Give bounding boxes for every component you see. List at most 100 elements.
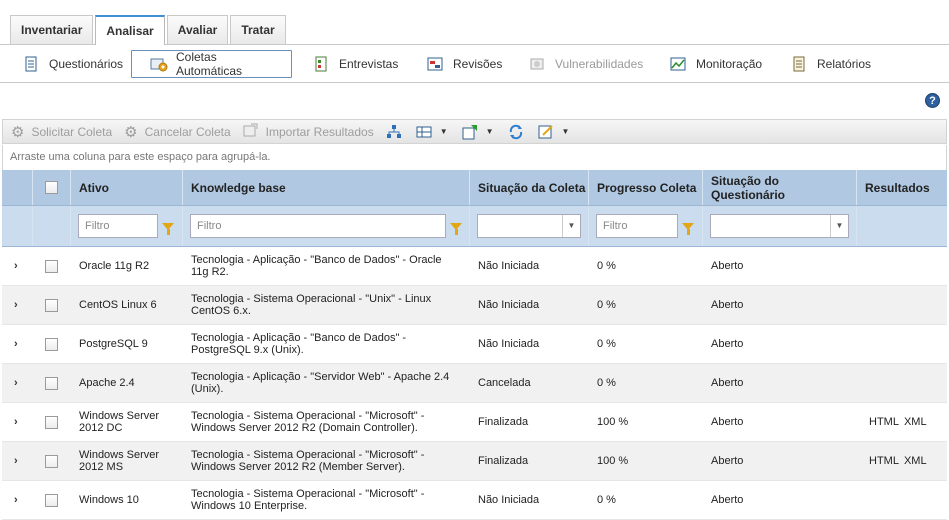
edit-icon[interactable] bbox=[538, 124, 554, 140]
chevron-right-icon[interactable]: › bbox=[14, 338, 18, 350]
row-checkbox[interactable] bbox=[45, 454, 58, 468]
column-header-ativo[interactable]: Ativo bbox=[71, 170, 183, 205]
column-header-knowledge-base[interactable]: Knowledge base bbox=[183, 170, 470, 205]
column-header-situacao-questionario[interactable]: Situação do Questionário bbox=[703, 170, 857, 205]
table-row[interactable]: › Windows Server 2012 MS Tecnologia - Si… bbox=[2, 442, 947, 481]
row-select-cell bbox=[33, 286, 71, 324]
help-icon[interactable]: ? bbox=[925, 93, 940, 108]
column-header-resultados[interactable]: Resultados bbox=[857, 170, 947, 205]
subnav-coletas-automaticas[interactable]: Coletas Automáticas bbox=[131, 50, 292, 78]
column-header-situacao-coleta[interactable]: Situação da Coleta bbox=[470, 170, 589, 205]
chevron-right-icon[interactable]: › bbox=[14, 299, 18, 311]
chevron-right-icon[interactable]: › bbox=[14, 455, 18, 467]
subnav-entrevistas[interactable]: Entrevistas bbox=[307, 50, 404, 78]
cell-knowledge-base: Tecnologia - Sistema Operacional - "Unix… bbox=[191, 293, 432, 317]
filter-select-situacao-questionario[interactable]: ▼ bbox=[710, 214, 849, 238]
row-checkbox[interactable] bbox=[45, 259, 58, 273]
cell-situacao-questionario: Aberto bbox=[711, 416, 744, 428]
expand-row-cell: › bbox=[2, 364, 33, 402]
row-select-cell bbox=[33, 481, 71, 519]
xml-result-link[interactable]: XML bbox=[904, 416, 927, 428]
columns-menu-icon[interactable] bbox=[416, 124, 432, 140]
filter-icon[interactable] bbox=[162, 222, 174, 235]
cell-progresso: 100 % bbox=[597, 455, 629, 467]
subnav-monitoracao[interactable]: Monitoração bbox=[664, 50, 768, 78]
cell-situacao-questionario: Aberto bbox=[711, 299, 744, 311]
table-row[interactable]: › PostgreSQL 9 Tecnologia - Aplicação - … bbox=[2, 325, 947, 364]
html-result-link[interactable]: HTML bbox=[869, 416, 899, 428]
cell-knowledge-base: Tecnologia - Sistema Operacional - "Micr… bbox=[191, 410, 425, 434]
filter-icon[interactable] bbox=[450, 222, 462, 235]
cell-resultados bbox=[857, 247, 947, 285]
expand-row-cell: › bbox=[2, 325, 33, 363]
tab-analisar[interactable]: Analisar bbox=[95, 15, 165, 45]
html-result-link[interactable]: HTML bbox=[869, 455, 899, 467]
cell-situacao-questionario: Aberto bbox=[711, 494, 744, 506]
tab-avaliar[interactable]: Avaliar bbox=[166, 15, 229, 44]
chevron-right-icon[interactable]: › bbox=[14, 494, 18, 506]
chevron-down-icon[interactable]: ▼ bbox=[830, 215, 848, 237]
cell-situacao-coleta: Cancelada bbox=[478, 377, 531, 389]
group-by-drop-area[interactable]: Arraste uma coluna para este espaço para… bbox=[2, 145, 947, 170]
export-icon[interactable] bbox=[462, 124, 478, 140]
subnav-vulnerabilidades[interactable]: Vulnerabilidades bbox=[523, 50, 649, 78]
filter-input-ativo[interactable]: Filtro bbox=[78, 214, 158, 238]
table-row[interactable]: › Windows Server 2012 DC Tecnologia - Si… bbox=[2, 403, 947, 442]
tab-inventariar[interactable]: Inventariar bbox=[10, 15, 94, 44]
cell-knowledge-base: Tecnologia - Aplicação - "Servidor Web" … bbox=[191, 371, 450, 395]
row-checkbox[interactable] bbox=[45, 415, 58, 429]
filter-select-situacao-coleta[interactable]: ▼ bbox=[477, 214, 581, 238]
cancel-collection-button[interactable]: ⚙ Cancelar Coleta bbox=[124, 123, 231, 141]
filter-input-knowledge-base[interactable]: Filtro bbox=[190, 214, 446, 238]
row-checkbox[interactable] bbox=[45, 376, 58, 390]
row-select-cell bbox=[33, 403, 71, 441]
gear-icon: ⚙ bbox=[11, 123, 25, 141]
subnav-questionarios[interactable]: Questionários bbox=[17, 50, 129, 78]
subnav-relatorios[interactable]: Relatórios bbox=[785, 50, 877, 78]
filter-icon[interactable] bbox=[682, 222, 694, 235]
filter-spacer bbox=[857, 206, 947, 246]
interview-icon bbox=[313, 56, 329, 72]
subnav-revisoes[interactable]: Revisões bbox=[421, 50, 508, 78]
cell-situacao-questionario: Aberto bbox=[711, 377, 744, 389]
cell-situacao-coleta: Não Iniciada bbox=[478, 299, 540, 311]
select-all-checkbox[interactable] bbox=[45, 181, 58, 194]
xml-result-link[interactable]: XML bbox=[904, 455, 927, 467]
chevron-down-icon[interactable]: ▼ bbox=[562, 127, 570, 136]
chevron-down-icon[interactable]: ▼ bbox=[562, 215, 580, 237]
table-row[interactable]: › CentOS Linux 6 Tecnologia - Sistema Op… bbox=[2, 286, 947, 325]
expand-row-cell: › bbox=[2, 247, 33, 285]
cell-resultados bbox=[857, 286, 947, 324]
top-tab-bar: Inventariar Analisar Avaliar Tratar bbox=[10, 15, 288, 45]
request-collection-button[interactable]: ⚙ Solicitar Coleta bbox=[11, 123, 112, 141]
row-checkbox[interactable] bbox=[45, 493, 58, 507]
cell-knowledge-base: Tecnologia - Sistema Operacional - "Micr… bbox=[191, 488, 425, 512]
cell-knowledge-base: Tecnologia - Aplicação - "Banco de Dados… bbox=[191, 332, 407, 356]
row-checkbox[interactable] bbox=[45, 298, 58, 312]
table-row[interactable]: › Oracle 11g R2 Tecnologia - Aplicação -… bbox=[2, 247, 947, 286]
grid-toolbar: ⚙ Solicitar Coleta ⚙ Cancelar Coleta Imp… bbox=[2, 119, 947, 144]
cell-progresso: 0 % bbox=[597, 299, 616, 311]
chevron-right-icon[interactable]: › bbox=[14, 416, 18, 428]
subnav-label: Entrevistas bbox=[339, 57, 399, 71]
gear-icon: ⚙ bbox=[124, 123, 138, 141]
chevron-down-icon[interactable]: ▼ bbox=[440, 127, 448, 136]
tab-tratar[interactable]: Tratar bbox=[230, 15, 286, 44]
cell-ativo: CentOS Linux 6 bbox=[79, 299, 157, 311]
filter-input-progresso[interactable]: Filtro bbox=[596, 214, 678, 238]
column-header-progresso[interactable]: Progresso Coleta bbox=[589, 170, 703, 205]
table-row[interactable]: › Apache 2.4 Tecnologia - Aplicação - "S… bbox=[2, 364, 947, 403]
sub-navigation: Questionários Coletas Automáticas Entrev… bbox=[0, 44, 949, 83]
chevron-right-icon[interactable]: › bbox=[14, 377, 18, 389]
cell-situacao-questionario: Aberto bbox=[711, 260, 744, 272]
import-results-button[interactable]: Importar Resultados bbox=[243, 123, 374, 141]
chevron-down-icon[interactable]: ▼ bbox=[486, 127, 494, 136]
cell-resultados: HTML XML bbox=[857, 442, 947, 480]
refresh-icon[interactable] bbox=[508, 124, 524, 140]
row-checkbox[interactable] bbox=[45, 337, 58, 351]
grid-body: › Oracle 11g R2 Tecnologia - Aplicação -… bbox=[2, 247, 947, 520]
expand-row-cell: › bbox=[2, 442, 33, 480]
chevron-right-icon[interactable]: › bbox=[14, 260, 18, 272]
hierarchy-icon[interactable] bbox=[386, 124, 402, 140]
table-row[interactable]: › Windows 10 Tecnologia - Sistema Operac… bbox=[2, 481, 947, 520]
